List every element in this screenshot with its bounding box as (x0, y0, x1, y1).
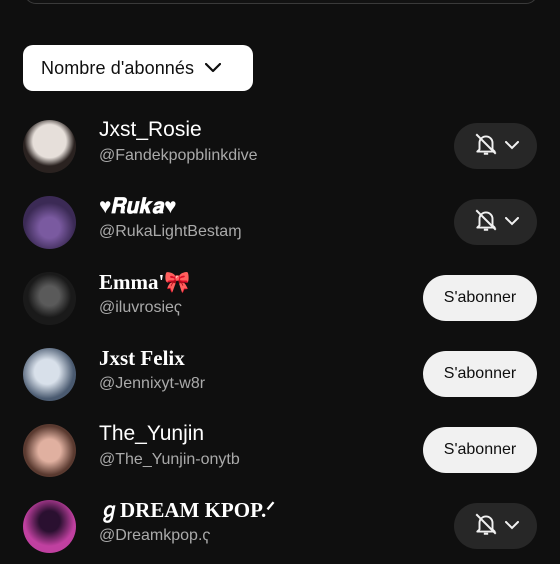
channel-handle: @RukaLightBestaɱ (99, 223, 242, 240)
subscribe-button[interactable]: S'abonner (423, 427, 537, 473)
channel-row[interactable]: Emma'🎀 @iluvrosieҁ S'abonner (0, 260, 560, 336)
notification-settings-button[interactable] (454, 199, 537, 245)
avatar[interactable] (23, 423, 76, 477)
subscribe-button[interactable]: S'abonner (423, 351, 537, 397)
channel-name[interactable]: The_Yunjin (99, 422, 240, 446)
avatar[interactable] (23, 271, 76, 325)
chevron-down-icon (504, 137, 519, 155)
chevron-down-icon (504, 213, 519, 231)
bell-off-icon (473, 207, 499, 238)
channel-row[interactable]: ℊDREAM KPOP.ᐟ @Dreamkpop.ҁ (0, 488, 560, 564)
channel-handle: @The_Yunjin-onytb (99, 451, 240, 468)
channel-handle: @Dreamkpop.ҁ (99, 527, 211, 544)
avatar[interactable] (23, 119, 76, 173)
channel-name[interactable]: Jxst Felix (99, 346, 205, 370)
sort-dropdown[interactable]: Nombre d'abonnés (23, 45, 253, 91)
chevron-down-icon (504, 517, 519, 535)
channel-name[interactable]: Emma'🎀 (99, 270, 190, 294)
channel-row[interactable]: Jxst Felix @Jennixyt-w8r S'abonner (0, 336, 560, 412)
channel-row[interactable]: Jxst_Rosie @Fandekpopblinkdive (0, 108, 560, 184)
notification-settings-button[interactable] (454, 123, 537, 169)
channel-name[interactable]: ♥𝑹𝒖𝒌𝒂♥ (99, 194, 242, 218)
channel-handle: @iluvrosieҁ (99, 299, 182, 316)
avatar[interactable] (23, 347, 76, 401)
channel-name[interactable]: ℊDREAM KPOP.ᐟ (99, 498, 275, 522)
bell-off-icon (473, 511, 499, 542)
avatar[interactable] (23, 499, 76, 553)
channel-handle: @Jennixyt-w8r (99, 375, 206, 392)
channel-name[interactable]: Jxst_Rosie (99, 118, 258, 142)
channel-list: Jxst_Rosie @Fandekpopblinkdive ♥𝑹𝒖𝒌𝒂♥ @R… (0, 108, 560, 564)
notification-settings-button[interactable] (454, 503, 537, 549)
search-bar-edge[interactable] (24, 0, 538, 4)
sort-label: Nombre d'abonnés (41, 57, 195, 78)
channel-row[interactable]: The_Yunjin @The_Yunjin-onytb S'abonner (0, 412, 560, 488)
channel-handle: @Fandekpopblinkdive (99, 147, 258, 164)
channel-row[interactable]: ♥𝑹𝒖𝒌𝒂♥ @RukaLightBestaɱ (0, 184, 560, 260)
avatar[interactable] (23, 195, 76, 249)
bell-off-icon (473, 131, 499, 162)
chevron-down-icon (204, 59, 222, 77)
subscribe-button[interactable]: S'abonner (423, 275, 537, 321)
